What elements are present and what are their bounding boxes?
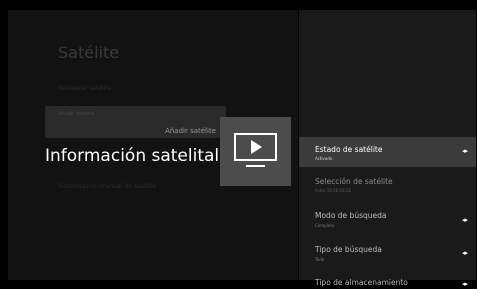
option-satellite-selection-label: Selección de satélite — [315, 177, 393, 186]
option-satellite-selection-value: Astra 19.2E/28.2E — [315, 188, 351, 193]
option-search-type-value: Todo — [315, 257, 325, 262]
option-search-mode-label: Modo de búsqueda — [315, 211, 387, 220]
menu-item-add-satellite-small-label: Añadir satélite — [58, 111, 95, 117]
menu-item-add-satellite[interactable]: Añadir satélite Añadir satélite — [45, 106, 226, 138]
left-right-arrows-icon: ◂▸ — [461, 249, 468, 257]
left-right-arrows-icon: ◂▸ — [461, 280, 468, 288]
tv-settings-screen: Satélite Restaurar satélite Añadir satél… — [0, 0, 477, 289]
option-search-mode[interactable]: Modo de búsqueda Completo ◂▸ — [299, 206, 476, 236]
option-search-type[interactable]: Tipo de búsqueda Todo ◂▸ — [299, 240, 476, 270]
option-satellite-selection[interactable]: Selección de satélite Astra 19.2E/28.2E — [299, 172, 476, 202]
option-storage-type[interactable]: Tipo de almacenamiento ◂▸ — [299, 274, 476, 289]
option-search-mode-value: Completo — [315, 223, 335, 228]
option-satellite-status-label: Estado de satélite — [315, 145, 383, 154]
section-title: Satélite — [58, 43, 120, 62]
left-right-arrows-icon: ◂▸ — [461, 147, 468, 155]
option-storage-type-label: Tipo de almacenamiento — [315, 278, 408, 287]
menu-item-restore-satellite[interactable]: Restaurar satélite — [58, 85, 111, 92]
satellite-info-title: Información satelital — [45, 146, 220, 166]
option-satellite-status-value: Activado — [315, 156, 333, 161]
menu-item-manual-satellite-tuning[interactable]: Sintonización manual de satélite — [58, 183, 156, 190]
tv-app-tile[interactable] — [220, 117, 291, 186]
tv-play-icon — [234, 133, 277, 167]
option-satellite-status[interactable]: Estado de satélite Activado ◂▸ — [299, 137, 476, 167]
menu-item-add-satellite-label: Añadir satélite — [165, 127, 216, 135]
left-right-arrows-icon: ◂▸ — [461, 216, 468, 224]
option-search-type-label: Tipo de búsqueda — [315, 245, 382, 254]
